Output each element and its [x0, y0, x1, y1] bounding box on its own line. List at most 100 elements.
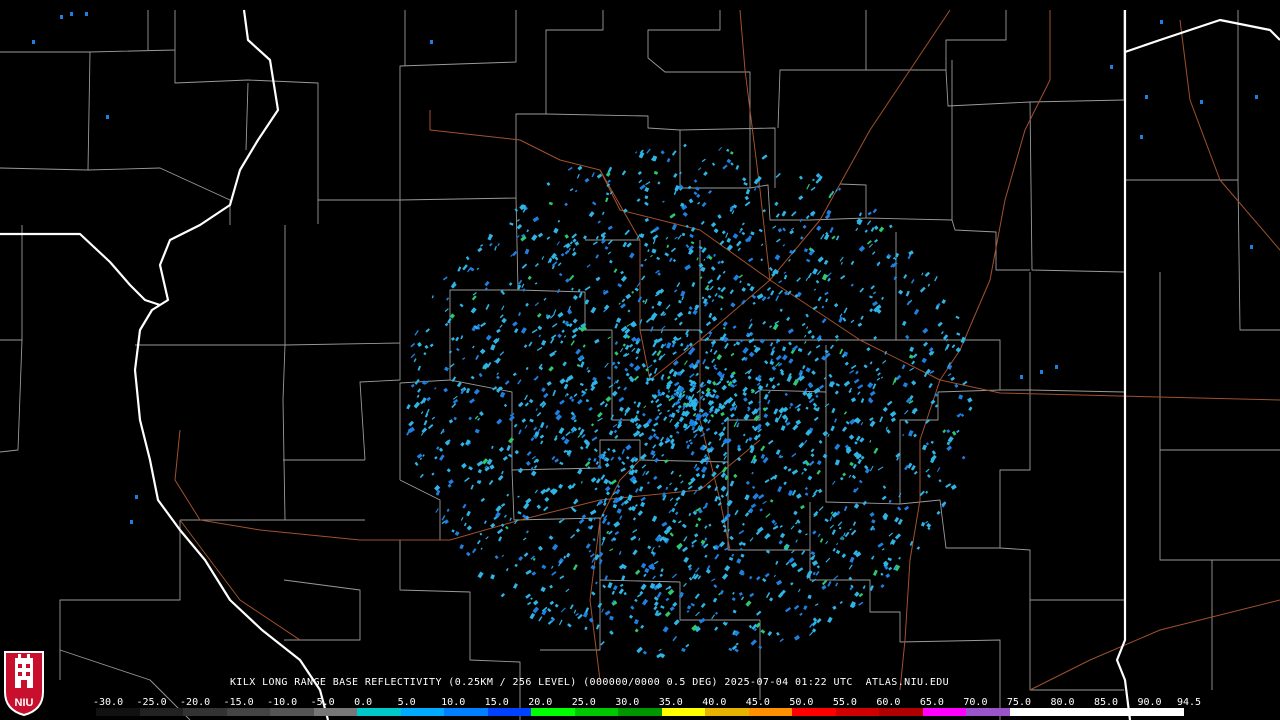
echo-pixel	[681, 647, 686, 653]
highway-line	[899, 10, 1051, 691]
echo-pixel	[837, 521, 843, 527]
echo-pixel	[864, 229, 868, 233]
echo-pixel	[572, 318, 578, 324]
scale-swatch	[922, 708, 967, 716]
echo-pixel	[749, 592, 755, 598]
echo-pixel	[634, 287, 639, 292]
echo-pixel	[500, 593, 506, 598]
echo-pixel	[855, 227, 859, 232]
echo-pixel	[538, 616, 543, 622]
echo-pixel	[692, 309, 698, 316]
echo-pixel	[546, 182, 551, 187]
echo-pixel	[680, 480, 684, 484]
echo-pixel	[618, 551, 622, 555]
echo-pixel	[955, 315, 960, 320]
echo-pixel	[790, 525, 795, 530]
echo-pixel	[608, 384, 614, 389]
echo-pixel	[759, 508, 763, 512]
echo-pixel	[676, 311, 684, 318]
echo-pixel	[641, 464, 647, 469]
echo-pixel	[908, 250, 914, 256]
echo-pixel	[708, 331, 713, 335]
echo-pixel	[561, 329, 565, 333]
echo-pixel	[426, 396, 431, 402]
echo-pixel	[688, 306, 693, 311]
echo-pixel	[910, 464, 916, 471]
echo-pixel	[654, 457, 659, 463]
echo-pixel	[928, 383, 933, 389]
echo-pixel	[480, 497, 486, 502]
echo-pixel	[738, 541, 744, 546]
scale-label: 60.0	[876, 697, 901, 708]
echo-pixel	[693, 433, 698, 439]
echo-pixel	[705, 351, 709, 355]
echo-pixel	[704, 525, 708, 529]
echo-pixel	[742, 386, 748, 393]
scale-swatch	[531, 708, 575, 716]
echo-pixel	[773, 574, 776, 578]
echo-pixel	[535, 408, 538, 411]
echo-pixel	[557, 219, 561, 223]
echo-pixel	[867, 382, 874, 389]
echo-pixel	[451, 529, 455, 533]
echo-pixel	[619, 515, 623, 520]
echo-pixel	[701, 473, 706, 479]
echo-pixel	[571, 333, 577, 339]
echo-pixel	[789, 406, 792, 409]
echo-pixel	[683, 360, 688, 366]
echo-pixel	[496, 375, 500, 380]
echo-pixel	[880, 584, 885, 589]
echo-pixel	[712, 388, 717, 394]
echo-pixel	[678, 591, 684, 598]
echo-pixel	[690, 241, 695, 245]
echo-pixel	[545, 425, 549, 429]
echo-pixel	[744, 201, 751, 207]
echo-pixel	[508, 437, 515, 444]
echo-pixel	[955, 347, 962, 353]
county-line	[87, 167, 231, 225]
echo-pixel	[771, 365, 777, 371]
niu-logo: NIU	[3, 648, 45, 717]
echo-pixel	[509, 517, 512, 521]
echo-pixel	[829, 516, 833, 522]
echo-pixel	[689, 233, 694, 239]
echo-pixel	[683, 536, 688, 542]
echo-pixel	[897, 518, 903, 526]
echo-pixel	[756, 293, 764, 300]
echo-pixel	[601, 539, 605, 546]
echo-pixel	[705, 427, 711, 432]
echo-pixel	[812, 178, 815, 182]
echo-pixel	[797, 347, 803, 353]
echo-pixel	[762, 320, 767, 325]
echo-pixel	[672, 635, 678, 642]
echo-pixel	[730, 352, 735, 357]
echo-pixel	[552, 389, 557, 397]
echo-pixel	[697, 167, 702, 171]
echo-pixel	[499, 391, 506, 398]
echo-pixel	[553, 227, 559, 234]
echo-pixel	[749, 285, 755, 292]
echo-pixel	[909, 367, 915, 372]
echo-pixel	[687, 185, 692, 190]
echo-pixel	[572, 564, 578, 571]
echo-pixel	[802, 364, 806, 370]
echo-pixel	[691, 544, 695, 548]
echo-pixel	[559, 575, 565, 580]
echo-pixel	[582, 344, 586, 348]
echo-pixel	[622, 343, 626, 347]
echo-pixel	[560, 436, 566, 441]
echo-pixel	[520, 327, 527, 334]
echo-pixel	[665, 304, 671, 310]
echo-pixel	[549, 600, 555, 606]
echo-pixel	[825, 298, 829, 303]
echo-pixel	[797, 529, 803, 534]
echo-pixel	[500, 503, 506, 507]
echo-pixel	[486, 458, 493, 466]
echo-pixel	[720, 485, 727, 492]
echo-pixel	[516, 224, 523, 230]
echo-pixel	[669, 532, 674, 537]
echo-pixel	[705, 321, 712, 327]
echo-pixel	[766, 296, 771, 300]
echo-pixel	[741, 222, 745, 226]
echo-pixel	[638, 537, 641, 541]
